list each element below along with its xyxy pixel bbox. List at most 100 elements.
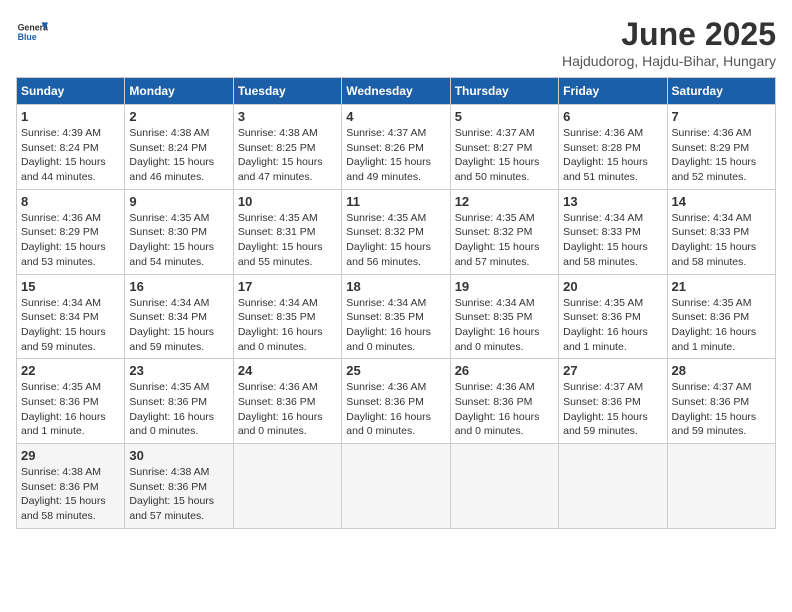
table-row — [233, 444, 341, 529]
day-number: 3 — [238, 109, 337, 124]
day-number: 6 — [563, 109, 662, 124]
day-info: Sunrise: 4:35 AMSunset: 8:31 PMDaylight:… — [238, 211, 337, 270]
logo: General Blue — [16, 16, 48, 48]
table-row: 14Sunrise: 4:34 AMSunset: 8:33 PMDayligh… — [667, 189, 775, 274]
table-row — [450, 444, 558, 529]
weekday-header: Sunday — [17, 78, 125, 105]
day-info: Sunrise: 4:39 AMSunset: 8:24 PMDaylight:… — [21, 126, 120, 185]
day-number: 15 — [21, 279, 120, 294]
logo-icon: General Blue — [16, 16, 48, 48]
day-number: 25 — [346, 363, 445, 378]
calendar-row: 29 Sunrise: 4:38 AMSunset: 8:36 PMDayligh… — [17, 444, 776, 529]
table-row: 23 Sunrise: 4:35 AMSunset: 8:36 PMDayligh… — [125, 359, 233, 444]
day-info: Sunrise: 4:37 AMSunset: 8:36 PMDaylight:… — [672, 380, 771, 439]
day-number: 28 — [672, 363, 771, 378]
day-info: Sunrise: 4:35 AMSunset: 8:36 PMDaylight:… — [672, 296, 771, 355]
day-info: Sunrise: 4:35 AMSunset: 8:32 PMDaylight:… — [455, 211, 554, 270]
day-info: Sunrise: 4:35 AMSunset: 8:36 PMDaylight:… — [563, 296, 662, 355]
day-number: 19 — [455, 279, 554, 294]
table-row: 1 Sunrise: 4:39 AMSunset: 8:24 PMDaylight… — [17, 105, 125, 190]
day-info: Sunrise: 4:38 AMSunset: 8:36 PMDaylight:… — [129, 465, 228, 524]
calendar: SundayMondayTuesdayWednesdayThursdayFrid… — [16, 77, 776, 529]
day-info: Sunrise: 4:36 AMSunset: 8:36 PMDaylight:… — [455, 380, 554, 439]
header: General Blue June 2025 Hajdudorog, Hajdu… — [16, 16, 776, 69]
day-info: Sunrise: 4:34 AMSunset: 8:33 PMDaylight:… — [563, 211, 662, 270]
month-title: June 2025 — [562, 16, 776, 53]
table-row: 20 Sunrise: 4:35 AMSunset: 8:36 PMDayligh… — [559, 274, 667, 359]
day-number: 24 — [238, 363, 337, 378]
day-info: Sunrise: 4:37 AMSunset: 8:26 PMDaylight:… — [346, 126, 445, 185]
day-info: Sunrise: 4:38 AMSunset: 8:24 PMDaylight:… — [129, 126, 228, 185]
day-number: 26 — [455, 363, 554, 378]
table-row: 15 Sunrise: 4:34 AMSunset: 8:34 PMDayligh… — [17, 274, 125, 359]
day-info: Sunrise: 4:35 AMSunset: 8:30 PMDaylight:… — [129, 211, 228, 270]
day-number: 2 — [129, 109, 228, 124]
table-row: 9 Sunrise: 4:35 AMSunset: 8:30 PMDaylight… — [125, 189, 233, 274]
calendar-row: 15 Sunrise: 4:34 AMSunset: 8:34 PMDayligh… — [17, 274, 776, 359]
weekday-header: Tuesday — [233, 78, 341, 105]
day-number: 10 — [238, 194, 337, 209]
table-row: 24Sunrise: 4:36 AMSunset: 8:36 PMDayligh… — [233, 359, 341, 444]
day-info: Sunrise: 4:35 AMSunset: 8:36 PMDaylight:… — [21, 380, 120, 439]
day-number: 5 — [455, 109, 554, 124]
table-row: 21 Sunrise: 4:35 AMSunset: 8:36 PMDayligh… — [667, 274, 775, 359]
day-number: 1 — [21, 109, 120, 124]
table-row — [342, 444, 450, 529]
day-info: Sunrise: 4:38 AMSunset: 8:25 PMDaylight:… — [238, 126, 337, 185]
day-number: 11 — [346, 194, 445, 209]
table-row — [667, 444, 775, 529]
day-info: Sunrise: 4:34 AMSunset: 8:34 PMDaylight:… — [21, 296, 120, 355]
day-info: Sunrise: 4:36 AMSunset: 8:29 PMDaylight:… — [21, 211, 120, 270]
day-number: 13 — [563, 194, 662, 209]
day-number: 20 — [563, 279, 662, 294]
table-row: 27 Sunrise: 4:37 AMSunset: 8:36 PMDayligh… — [559, 359, 667, 444]
title-area: June 2025 Hajdudorog, Hajdu-Bihar, Hunga… — [562, 16, 776, 69]
day-number: 23 — [129, 363, 228, 378]
weekday-header: Wednesday — [342, 78, 450, 105]
day-number: 16 — [129, 279, 228, 294]
table-row: 13 Sunrise: 4:34 AMSunset: 8:33 PMDayligh… — [559, 189, 667, 274]
day-info: Sunrise: 4:34 AMSunset: 8:35 PMDaylight:… — [238, 296, 337, 355]
day-number: 27 — [563, 363, 662, 378]
day-info: Sunrise: 4:36 AMSunset: 8:29 PMDaylight:… — [672, 126, 771, 185]
day-number: 12 — [455, 194, 554, 209]
table-row: 30 Sunrise: 4:38 AMSunset: 8:36 PMDayligh… — [125, 444, 233, 529]
table-row: 4 Sunrise: 4:37 AMSunset: 8:26 PMDaylight… — [342, 105, 450, 190]
table-row: 25 Sunrise: 4:36 AMSunset: 8:36 PMDayligh… — [342, 359, 450, 444]
table-row: 17Sunrise: 4:34 AMSunset: 8:35 PMDayligh… — [233, 274, 341, 359]
day-info: Sunrise: 4:34 AMSunset: 8:35 PMDaylight:… — [455, 296, 554, 355]
day-number: 8 — [21, 194, 120, 209]
calendar-row: 8 Sunrise: 4:36 AMSunset: 8:29 PMDaylight… — [17, 189, 776, 274]
day-number: 18 — [346, 279, 445, 294]
table-row: 10 Sunrise: 4:35 AMSunset: 8:31 PMDayligh… — [233, 189, 341, 274]
day-info: Sunrise: 4:37 AMSunset: 8:36 PMDaylight:… — [563, 380, 662, 439]
day-number: 4 — [346, 109, 445, 124]
weekday-header: Saturday — [667, 78, 775, 105]
table-row: 19 Sunrise: 4:34 AMSunset: 8:35 PMDayligh… — [450, 274, 558, 359]
calendar-row: 22Sunrise: 4:35 AMSunset: 8:36 PMDayligh… — [17, 359, 776, 444]
calendar-row: 1 Sunrise: 4:39 AMSunset: 8:24 PMDaylight… — [17, 105, 776, 190]
table-row: 29 Sunrise: 4:38 AMSunset: 8:36 PMDayligh… — [17, 444, 125, 529]
table-row: 22Sunrise: 4:35 AMSunset: 8:36 PMDayligh… — [17, 359, 125, 444]
table-row: 26 Sunrise: 4:36 AMSunset: 8:36 PMDayligh… — [450, 359, 558, 444]
day-number: 7 — [672, 109, 771, 124]
table-row: 12 Sunrise: 4:35 AMSunset: 8:32 PMDayligh… — [450, 189, 558, 274]
day-number: 29 — [21, 448, 120, 463]
day-info: Sunrise: 4:35 AMSunset: 8:36 PMDaylight:… — [129, 380, 228, 439]
day-info: Sunrise: 4:35 AMSunset: 8:32 PMDaylight:… — [346, 211, 445, 270]
day-info: Sunrise: 4:36 AMSunset: 8:36 PMDaylight:… — [346, 380, 445, 439]
day-info: Sunrise: 4:37 AMSunset: 8:27 PMDaylight:… — [455, 126, 554, 185]
day-info: Sunrise: 4:34 AMSunset: 8:34 PMDaylight:… — [129, 296, 228, 355]
table-row — [559, 444, 667, 529]
day-number: 9 — [129, 194, 228, 209]
day-number: 21 — [672, 279, 771, 294]
day-number: 30 — [129, 448, 228, 463]
table-row: 11 Sunrise: 4:35 AMSunset: 8:32 PMDayligh… — [342, 189, 450, 274]
weekday-header-row: SundayMondayTuesdayWednesdayThursdayFrid… — [17, 78, 776, 105]
day-info: Sunrise: 4:38 AMSunset: 8:36 PMDaylight:… — [21, 465, 120, 524]
table-row: 28 Sunrise: 4:37 AMSunset: 8:36 PMDayligh… — [667, 359, 775, 444]
table-row: 16 Sunrise: 4:34 AMSunset: 8:34 PMDayligh… — [125, 274, 233, 359]
svg-text:Blue: Blue — [18, 32, 37, 42]
day-info: Sunrise: 4:34 AMSunset: 8:35 PMDaylight:… — [346, 296, 445, 355]
day-info: Sunrise: 4:34 AMSunset: 8:33 PMDaylight:… — [672, 211, 771, 270]
